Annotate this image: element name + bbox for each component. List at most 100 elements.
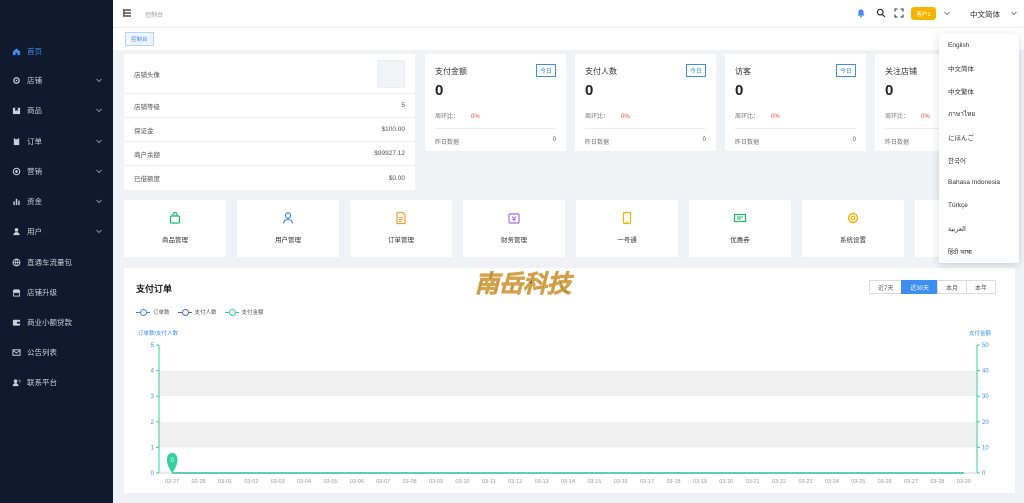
- gear-icon: [12, 76, 21, 85]
- divider: [435, 128, 556, 129]
- stat-card[interactable]: 支付人数 今日 0 周环比： 0% 昨日数据 0: [575, 54, 716, 151]
- quick-menu-label: 商品管理: [162, 237, 188, 244]
- sidebar-item-label: 资金: [27, 196, 42, 206]
- language-option[interactable]: हिंदी भाषा: [939, 240, 1019, 263]
- x-axis-tick: 03-27: [904, 479, 918, 485]
- sidebar-item-6[interactable]: 用户: [0, 221, 113, 241]
- sidebar-item-4[interactable]: 营销: [0, 161, 113, 181]
- bell-icon[interactable]: [856, 8, 866, 18]
- yesterday-label: 昨日数据: [435, 140, 460, 146]
- sidebar-item-label: 首页: [27, 46, 42, 56]
- language-option[interactable]: 한국어: [939, 149, 1019, 172]
- sidebar-item-5[interactable]: 资金: [0, 191, 113, 211]
- quick-menu-3[interactable]: 财务管理: [463, 200, 565, 257]
- store-info-value: $100.00: [381, 126, 406, 133]
- value-marker-pin[interactable]: 0: [166, 453, 178, 473]
- store-info-value: 5: [401, 102, 405, 109]
- language-option[interactable]: Bahasa Indonesia: [939, 171, 1019, 194]
- breadcrumb[interactable]: 控制台: [145, 10, 163, 19]
- yesterday-label: 昨日数据: [735, 140, 760, 146]
- sidebar-item-3[interactable]: 订单: [0, 131, 113, 151]
- bar-chart-icon: [12, 197, 21, 206]
- quick-menu-label: 系统设置: [840, 237, 866, 244]
- sidebar-item-label: 营销: [27, 166, 42, 176]
- sidebar-item-11[interactable]: 联系平台: [0, 372, 113, 392]
- payment-orders-panel: 支付订单 近7天 近30天 本月 本年 订单数 支付人数 支付金额 订单数/支付人数 支付…: [124, 268, 1015, 493]
- language-option[interactable]: 中文简体: [939, 57, 1019, 80]
- x-axis-tick: 03-08: [403, 479, 417, 485]
- language-option[interactable]: العربية: [939, 217, 1019, 240]
- x-axis-tick: 03-21: [746, 479, 760, 485]
- grid-band: [159, 370, 977, 397]
- divider: [735, 128, 856, 129]
- stat-title: 支付金额: [435, 67, 467, 76]
- search-icon[interactable]: [876, 8, 886, 18]
- fullscreen-icon[interactable]: [894, 8, 904, 18]
- today-badge: 今日: [535, 64, 556, 77]
- quick-menu-0[interactable]: 商品管理: [124, 200, 226, 257]
- today-badge: 今日: [835, 64, 856, 77]
- sidebar-item-1[interactable]: 店铺: [0, 70, 113, 90]
- sidebar-item-8[interactable]: 店铺升级: [0, 282, 113, 302]
- yesterday-label: 昨日数据: [585, 140, 610, 146]
- language-selector[interactable]: 中文简体: [970, 9, 1000, 20]
- avatar[interactable]: [377, 59, 405, 88]
- language-option[interactable]: English: [939, 34, 1019, 57]
- quick-menu-label: 财务管理: [501, 237, 527, 244]
- x-axis-tick: 03-06: [350, 479, 364, 485]
- left-axis-tick: 5: [151, 343, 155, 349]
- sidebar-item-0[interactable]: 首页: [0, 41, 113, 61]
- language-option[interactable]: にほんご: [939, 126, 1019, 149]
- shop-icon: [12, 288, 21, 297]
- week-compare-value: 0%: [771, 114, 780, 120]
- language-option[interactable]: Türkçe: [939, 194, 1019, 217]
- wallet-icon: [12, 318, 21, 327]
- stat-value: 0: [885, 82, 894, 99]
- store-info-label: 店铺等级: [134, 103, 160, 111]
- right-axis-tick: 20: [982, 420, 989, 426]
- language-option[interactable]: ภาษาไทย: [939, 103, 1019, 126]
- sidebar-item-label: 订单: [27, 136, 42, 146]
- left-axis-tick: 0: [151, 471, 155, 477]
- week-compare-value: 0%: [471, 114, 480, 120]
- tab-dashboard[interactable]: 控制台: [125, 32, 154, 46]
- x-axis-tick: 03-03: [271, 479, 285, 485]
- right-axis-tick: 30: [982, 394, 989, 400]
- sidebar-item-label: 用户: [27, 226, 42, 236]
- coupon-icon: [733, 213, 747, 223]
- stat-value: 0: [735, 82, 744, 99]
- week-compare: 周环比： 0%: [585, 111, 630, 120]
- chevron-down-icon[interactable]: [943, 9, 951, 17]
- sidebar-item-9[interactable]: 商业小额贷款: [0, 312, 113, 332]
- mail-icon: [12, 348, 21, 357]
- x-axis-tick: 03-07: [376, 479, 390, 485]
- sidebar-item-2[interactable]: 商品: [0, 100, 113, 120]
- right-axis-tick: 0: [982, 471, 986, 477]
- chevron-down-icon[interactable]: [1010, 9, 1018, 17]
- x-axis-tick: 03-02: [244, 479, 258, 485]
- quick-menu-1[interactable]: 用户管理: [237, 200, 339, 257]
- week-compare: 周环比： 0%: [735, 111, 780, 120]
- chevron-down-icon: [96, 139, 102, 144]
- quick-menu-2[interactable]: 订单管理: [350, 200, 452, 257]
- quick-menu-5[interactable]: 优惠券: [689, 200, 791, 257]
- stat-card[interactable]: 支付金额 今日 0 周环比： 0% 昨日数据 0: [425, 54, 566, 151]
- user-badge[interactable]: 客户1: [911, 7, 936, 20]
- sidebar-item-7[interactable]: 直通车流量包: [0, 252, 113, 272]
- store-info-value: $0.00: [388, 174, 405, 182]
- quick-menu-6[interactable]: 系统设置: [802, 200, 904, 257]
- stat-card[interactable]: 访客 今日 0 周环比： 0% 昨日数据 0: [725, 54, 866, 151]
- quick-menu-4[interactable]: 一号通: [576, 200, 678, 257]
- language-dropdown: English 中文简体 中文繁体 ภาษาไทย にほんご 한국어 Bahasa Indo…: [939, 34, 1019, 263]
- menu-toggle-icon[interactable]: [122, 8, 132, 18]
- store-avatar-row: 店铺头像: [124, 54, 415, 94]
- top-header: 控制台 客户1 中文简体: [113, 0, 1024, 28]
- chevron-down-icon: [96, 169, 102, 174]
- sidebar-item-label: 商品: [27, 105, 42, 115]
- sidebar-item-10[interactable]: 公告列表: [0, 342, 113, 362]
- sidebar-item-label: 直通车流量包: [27, 257, 72, 267]
- x-axis-tick: 03-09: [429, 479, 443, 485]
- store-info-label: 商户余额: [134, 151, 160, 159]
- week-compare-label: 周环比：: [735, 114, 760, 120]
- language-option[interactable]: 中文繁体: [939, 80, 1019, 103]
